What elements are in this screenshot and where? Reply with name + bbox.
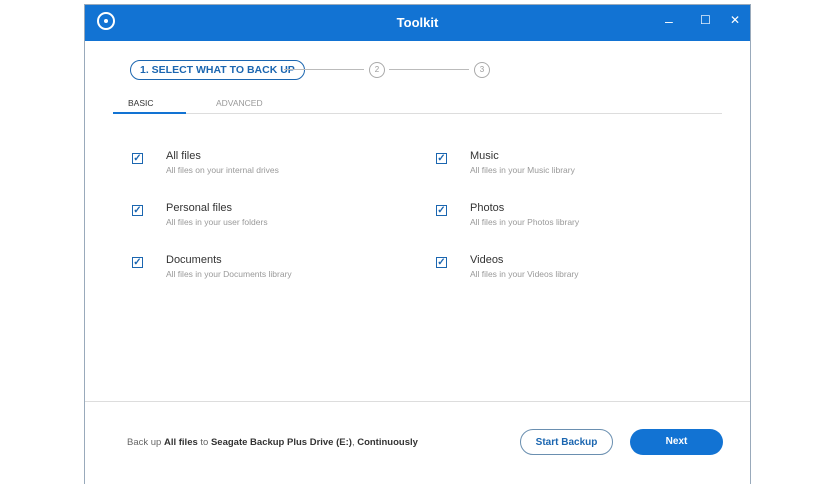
summary-what: All files [163,437,198,448]
window-title: Toolkit [396,15,439,30]
option-description: All files on your internal drives [166,165,279,175]
option-description: All files in your Music library [470,165,575,175]
start-backup-button[interactable]: Start Backup [520,429,613,455]
minimize-button[interactable]: – [665,13,673,29]
option-description: All files in your user folders [166,217,268,227]
option-description: All files in your Photos library [470,217,580,227]
summary-frequency: Continuously [357,437,418,448]
tab-advanced[interactable]: ADVANCED [216,98,263,108]
step-connector [389,69,469,70]
checkbox-checked-icon[interactable]: ✓ [436,257,447,268]
toolkit-window: Toolkit – ☐ ✕ 1. SELECT WHAT TO BACK UP … [84,4,751,484]
backup-summary: Back up All files to Seagate Backup Plus… [127,437,418,448]
maximize-button[interactable]: ☐ [700,13,711,27]
step-2: 2 [369,62,385,78]
option-name: Personal files [166,202,233,214]
summary-text: Back up [127,437,164,448]
checkbox-checked-icon[interactable]: ✓ [436,205,447,216]
tab-indicator [113,112,186,114]
step-connector [284,69,364,70]
title-bar: Toolkit – ☐ ✕ [85,5,750,41]
option-description: All files in your Documents library [166,269,292,279]
close-button[interactable]: ✕ [730,13,740,27]
option-name: Videos [470,254,504,266]
checkbox-checked-icon[interactable]: ✓ [132,257,143,268]
option-name: All files [166,150,201,162]
summary-destination: Seagate Backup Plus Drive (E:) [210,437,352,448]
option-name: Music [470,150,499,162]
option-name: Documents [166,254,222,266]
tab-basic[interactable]: BASIC [128,98,154,108]
checkbox-checked-icon[interactable]: ✓ [132,153,143,164]
option-description: All files in your Videos library [470,269,579,279]
option-name: Photos [470,202,505,214]
summary-text: to [197,437,211,448]
footer-divider [85,401,750,402]
step-3: 3 [474,62,490,78]
checkbox-checked-icon[interactable]: ✓ [436,153,447,164]
next-button[interactable]: Next [630,429,723,455]
step-1-current: 1. SELECT WHAT TO BACK UP [130,60,305,80]
checkbox-checked-icon[interactable]: ✓ [132,205,143,216]
tab-divider [113,113,722,114]
